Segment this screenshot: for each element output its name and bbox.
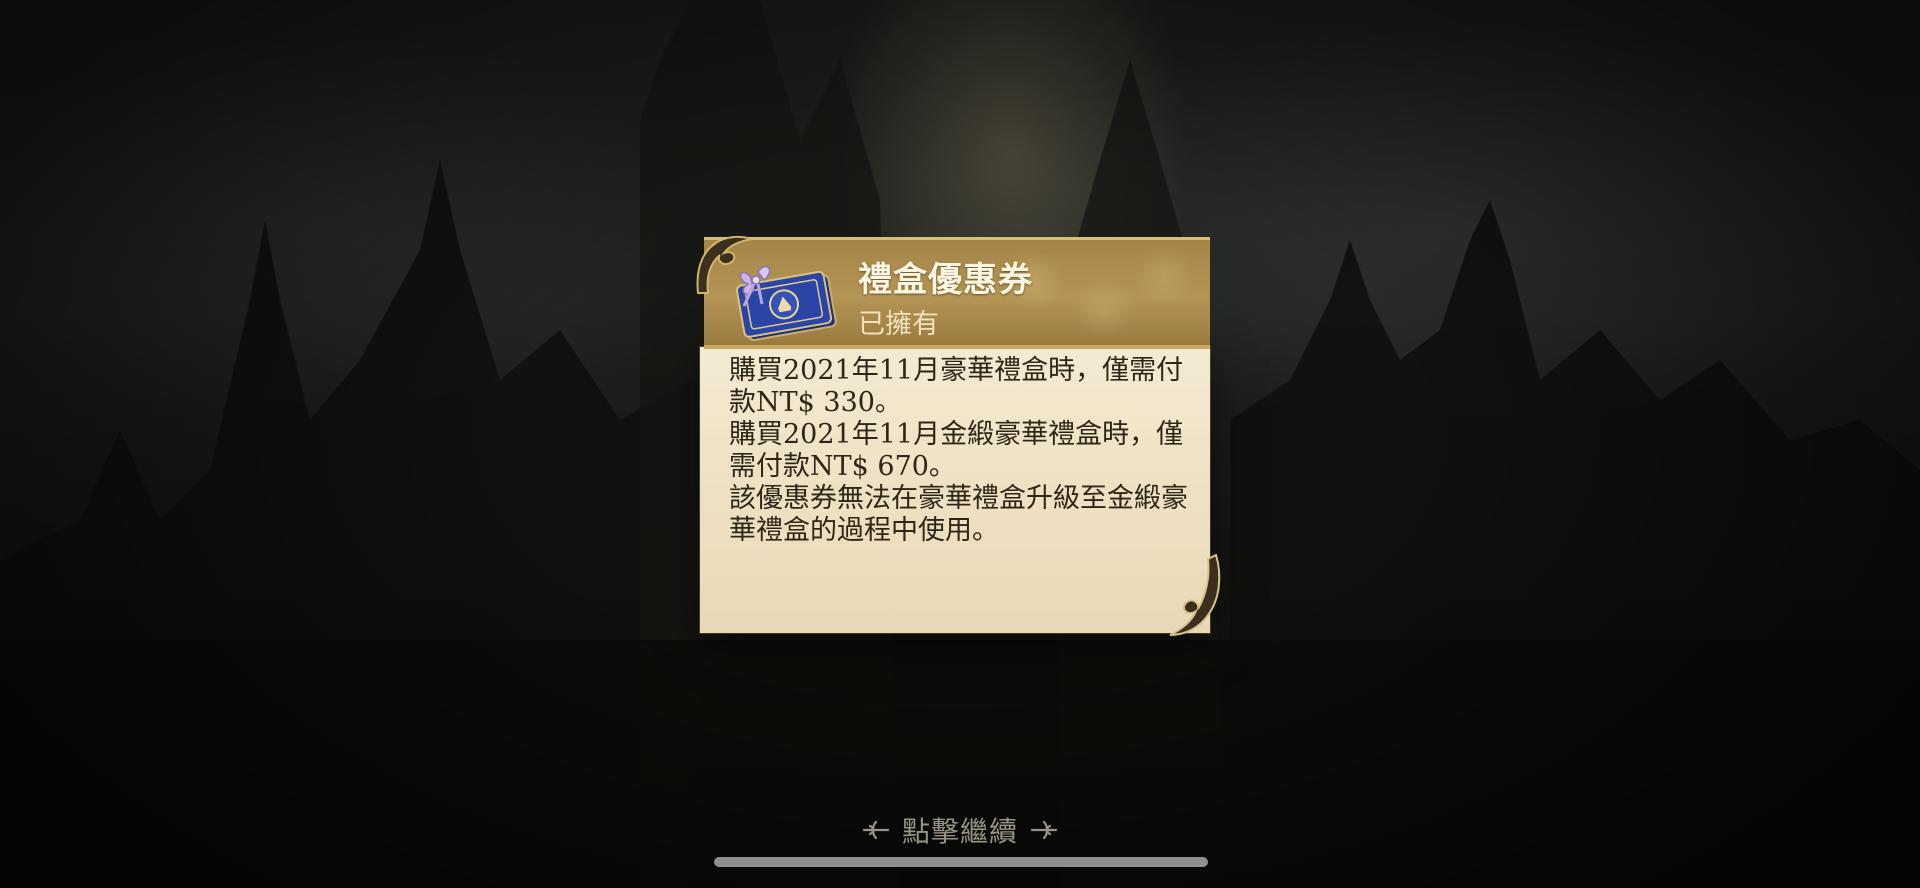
coupon-info-card: 禮盒優惠券 已擁有 購買2021年11月豪華禮盒時，僅需付款NT$ 330。 購… (696, 235, 1221, 636)
flourish-left-icon (862, 820, 890, 840)
coupon-title: 禮盒優惠券 (858, 260, 1033, 300)
coupon-description: 購買2021年11月豪華禮盒時，僅需付款NT$ 330。 購買2021年11月金… (729, 355, 1197, 547)
continue-label: 點擊繼續 (901, 815, 1018, 848)
ownership-status: 已擁有 (858, 309, 939, 340)
description-line-1: 購買2021年11月豪華禮盒時，僅需付款NT$ 330。 (729, 355, 1184, 418)
game-screen[interactable]: 禮盒優惠券 已擁有 購買2021年11月豪華禮盒時，僅需付款NT$ 330。 購… (0, 0, 1920, 888)
card-header: 禮盒優惠券 已擁有 (704, 237, 1210, 349)
tap-to-continue-button[interactable]: 點擊繼續 (860, 810, 1060, 850)
corner-ornament-top-left (696, 235, 753, 294)
description-line-3: 該優惠券無法在豪華禮盒升級至金緞豪華禮盒的過程中使用。 (729, 483, 1188, 546)
corner-ornament-bottom-right (1169, 553, 1221, 636)
description-line-2: 購買2021年11月金緞豪華禮盒時，僅需付款NT$ 670。 (729, 419, 1184, 482)
flourish-right-icon (1030, 820, 1058, 840)
home-indicator-bar[interactable] (714, 857, 1208, 867)
